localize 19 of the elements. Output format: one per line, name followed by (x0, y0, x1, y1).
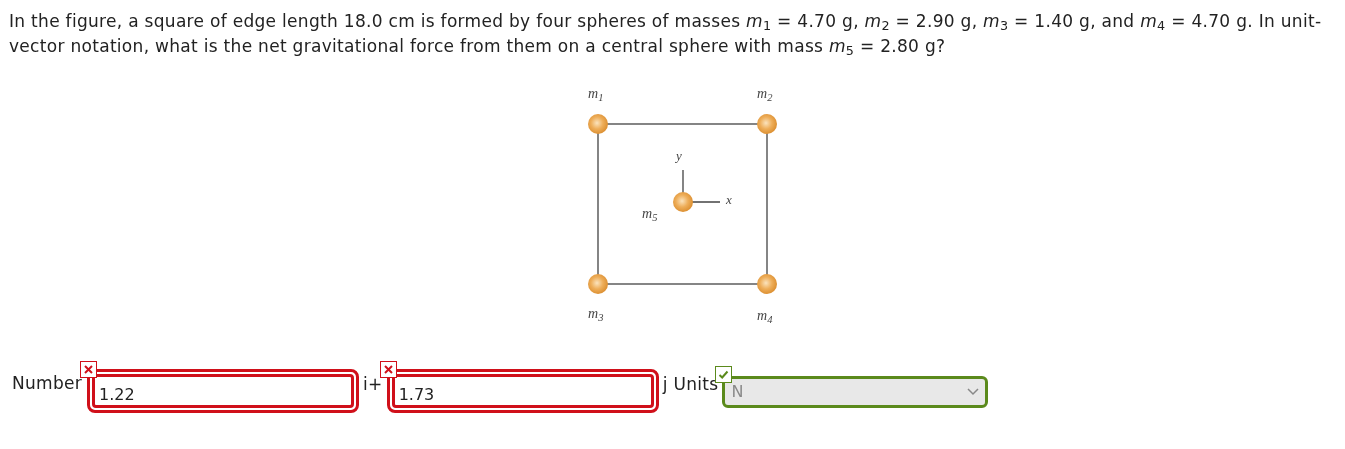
axis-label: y (676, 149, 682, 162)
answer-field[interactable]: 1.22 (92, 374, 355, 408)
sphere (673, 192, 693, 212)
answer-field[interactable]: 1.73 (391, 374, 654, 408)
axis-label: x (726, 193, 732, 206)
suffix-label: j Units (662, 373, 719, 397)
sphere (588, 274, 608, 294)
sphere (757, 114, 777, 134)
mass-label: m$_{1}$ (588, 87, 604, 101)
chevron-down-icon (967, 388, 980, 396)
mass-label: m$_{2}$ (757, 87, 773, 101)
mass-label: m$_{4}$ (757, 309, 773, 323)
number-label: Number (12, 372, 83, 396)
mass-label: m$_{5}$ (642, 207, 658, 221)
sphere (757, 274, 777, 294)
question-text: In the figure, a square of edge length 18.0 cm is formed by four spheres of masses m$_{1}$ = 4.70 g, m$_{2}$ = 2.90 g, m$_{3}$ = 1.40 g, and m$_{4}$ = 4.70 g. In unit-vector notation, what is the net gravitational force from them on a central sphere with mass m$_{5}$ = 2.80 g? (9, 10, 1323, 59)
mass-label: m$_{3}$ (588, 307, 604, 321)
sphere (588, 114, 608, 134)
suffix-label: i+ (363, 373, 383, 397)
